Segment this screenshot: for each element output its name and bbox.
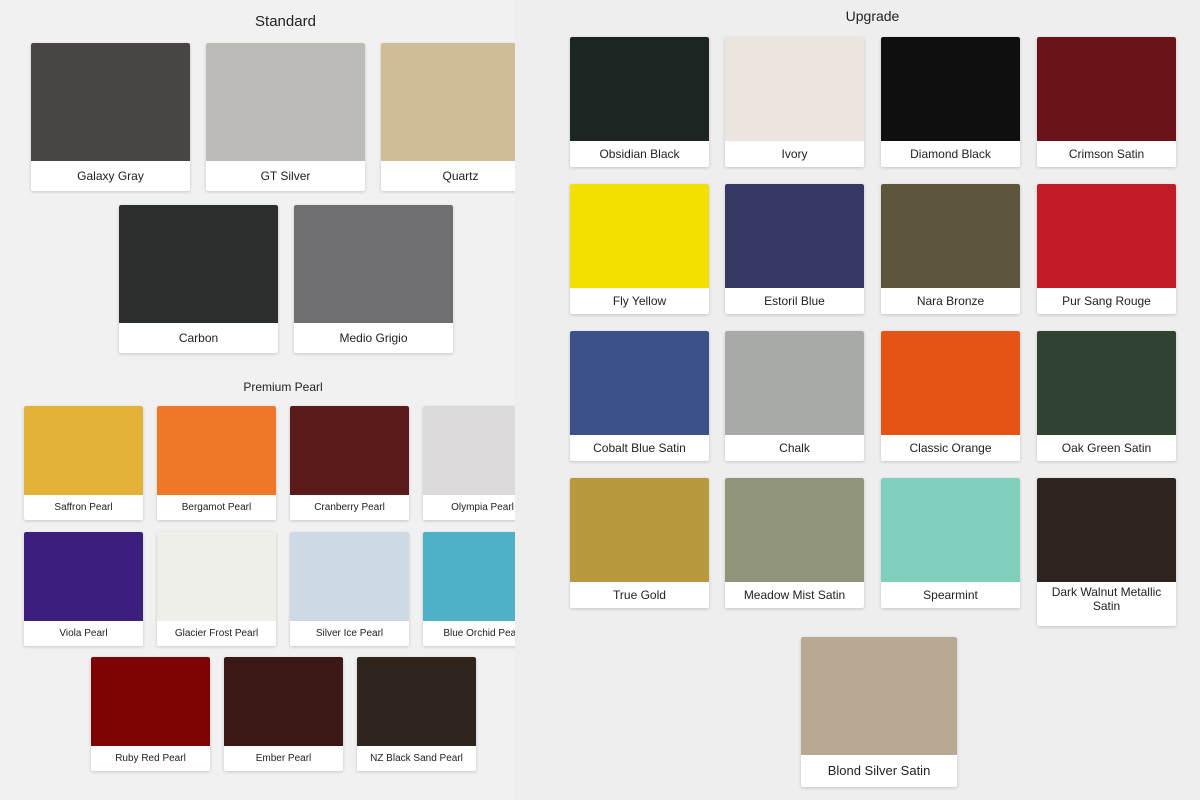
color-swatch xyxy=(119,205,278,323)
color-card-oak-green-satin[interactable]: Oak Green Satin xyxy=(1037,331,1176,461)
color-name-label: Cranberry Pearl xyxy=(314,501,385,513)
color-card-fly-yellow[interactable]: Fly Yellow xyxy=(570,184,709,314)
color-swatch xyxy=(24,532,143,621)
color-card-estoril-blue[interactable]: Estoril Blue xyxy=(725,184,864,314)
color-swatch xyxy=(570,37,709,141)
color-swatch xyxy=(881,184,1020,288)
color-swatch xyxy=(357,657,476,746)
color-swatch xyxy=(91,657,210,746)
color-swatch xyxy=(1037,478,1176,582)
color-card-pur-sang-rouge[interactable]: Pur Sang Rouge xyxy=(1037,184,1176,314)
color-card-silver-ice-pearl[interactable]: Silver Ice Pearl xyxy=(290,532,409,646)
color-card-spearmint[interactable]: Spearmint xyxy=(881,478,1020,608)
color-swatch xyxy=(801,637,957,755)
upgrade-section-title: Upgrade xyxy=(845,8,900,24)
color-card-classic-orange[interactable]: Classic Orange xyxy=(881,331,1020,461)
color-card-ember-pearl[interactable]: Ember Pearl xyxy=(224,657,343,771)
color-name-label: Dark Walnut Metallic Satin xyxy=(1051,585,1162,613)
color-name-label: Carbon xyxy=(178,331,219,345)
color-swatch xyxy=(881,331,1020,435)
color-card-bergamot-pearl[interactable]: Bergamot Pearl xyxy=(157,406,276,520)
color-name-label: Obsidian Black xyxy=(599,147,680,161)
color-name-label: GT Silver xyxy=(260,169,311,183)
right-panel: Upgrade Obsidian Black Ivory Diamond Black… xyxy=(515,0,1200,800)
color-swatch xyxy=(24,406,143,495)
color-card-diamond-black[interactable]: Diamond Black xyxy=(881,37,1020,167)
color-name-label: Blond Silver Satin xyxy=(827,763,931,778)
color-swatch xyxy=(725,331,864,435)
color-name-label: NZ Black Sand Pearl xyxy=(370,752,463,764)
color-swatch xyxy=(725,37,864,141)
color-swatch xyxy=(1037,331,1176,435)
color-name-label: Classic Orange xyxy=(909,441,992,455)
color-swatch xyxy=(1037,184,1176,288)
left-panel: Standard Galaxy Gray GT Silver Quartz Carbo… xyxy=(0,0,542,800)
color-card-galaxy-gray[interactable]: Galaxy Gray xyxy=(31,43,190,191)
color-card-ivory[interactable]: Ivory xyxy=(725,37,864,167)
color-card-saffron-pearl[interactable]: Saffron Pearl xyxy=(24,406,143,520)
color-name-label: Ember Pearl xyxy=(255,752,312,764)
color-swatch xyxy=(881,478,1020,582)
color-card-meadow-mist-satin[interactable]: Meadow Mist Satin xyxy=(725,478,864,608)
color-card-medio-grigio[interactable]: Medio Grigio xyxy=(294,205,453,353)
color-swatch xyxy=(881,37,1020,141)
color-name-label: Ruby Red Pearl xyxy=(115,752,186,764)
color-swatch xyxy=(570,184,709,288)
color-name-label: Estoril Blue xyxy=(764,294,825,308)
color-name-label: Pur Sang Rouge xyxy=(1062,294,1151,308)
color-name-label: Bergamot Pearl xyxy=(181,501,252,513)
color-name-label: Nara Bronze xyxy=(916,294,985,308)
color-card-true-gold[interactable]: True Gold xyxy=(570,478,709,608)
color-name-label: Medio Grigio xyxy=(339,331,408,345)
color-card-crimson-satin[interactable]: Crimson Satin xyxy=(1037,37,1176,167)
color-card-nz-black-sand-pearl[interactable]: NZ Black Sand Pearl xyxy=(357,657,476,771)
color-card-nara-bronze[interactable]: Nara Bronze xyxy=(881,184,1020,314)
color-swatch xyxy=(224,657,343,746)
color-swatch xyxy=(725,184,864,288)
color-name-label: Meadow Mist Satin xyxy=(743,588,846,602)
color-card-ruby-red-pearl[interactable]: Ruby Red Pearl xyxy=(91,657,210,771)
color-card-cobalt-blue-satin[interactable]: Cobalt Blue Satin xyxy=(570,331,709,461)
color-swatch xyxy=(157,406,276,495)
color-card-blond-silver-satin[interactable]: Blond Silver Satin xyxy=(801,637,957,787)
color-name-label: Silver Ice Pearl xyxy=(315,627,384,639)
color-name-label: Oak Green Satin xyxy=(1061,441,1152,455)
color-swatch xyxy=(1037,37,1176,141)
color-card-carbon[interactable]: Carbon xyxy=(119,205,278,353)
color-name-label: Viola Pearl xyxy=(59,627,108,639)
color-card-chalk[interactable]: Chalk xyxy=(725,331,864,461)
color-card-gt-silver[interactable]: GT Silver xyxy=(206,43,365,191)
color-swatch xyxy=(290,532,409,621)
color-name-label: True Gold xyxy=(613,588,666,602)
color-name-label: Spearmint xyxy=(923,588,978,602)
color-card-dark-walnut-metallic-satin[interactable]: Dark Walnut Metallic Satin xyxy=(1037,478,1176,626)
color-swatch xyxy=(31,43,190,161)
standard-section-title: Standard xyxy=(255,13,316,30)
color-swatch xyxy=(206,43,365,161)
color-name-label: Diamond Black xyxy=(910,147,991,161)
color-swatch xyxy=(157,532,276,621)
color-name-label: Fly Yellow xyxy=(612,294,667,308)
color-name-label: Cobalt Blue Satin xyxy=(593,441,686,455)
color-name-label: Ivory xyxy=(781,147,808,161)
color-name-label: Glacier Frost Pearl xyxy=(174,627,259,639)
color-name-label: Galaxy Gray xyxy=(77,169,144,183)
premium-pearl-section-title: Premium Pearl xyxy=(243,380,323,394)
color-card-viola-pearl[interactable]: Viola Pearl xyxy=(24,532,143,646)
color-card-cranberry-pearl[interactable]: Cranberry Pearl xyxy=(290,406,409,520)
color-name-label: Chalk xyxy=(779,441,810,455)
color-swatch xyxy=(570,331,709,435)
color-name-label: Crimson Satin xyxy=(1068,147,1145,161)
color-name-label: Saffron Pearl xyxy=(54,501,113,513)
color-swatch xyxy=(294,205,453,323)
color-swatch xyxy=(570,478,709,582)
color-swatch xyxy=(725,478,864,582)
color-card-glacier-frost-pearl[interactable]: Glacier Frost Pearl xyxy=(157,532,276,646)
color-card-obsidian-black[interactable]: Obsidian Black xyxy=(570,37,709,167)
color-swatch xyxy=(290,406,409,495)
